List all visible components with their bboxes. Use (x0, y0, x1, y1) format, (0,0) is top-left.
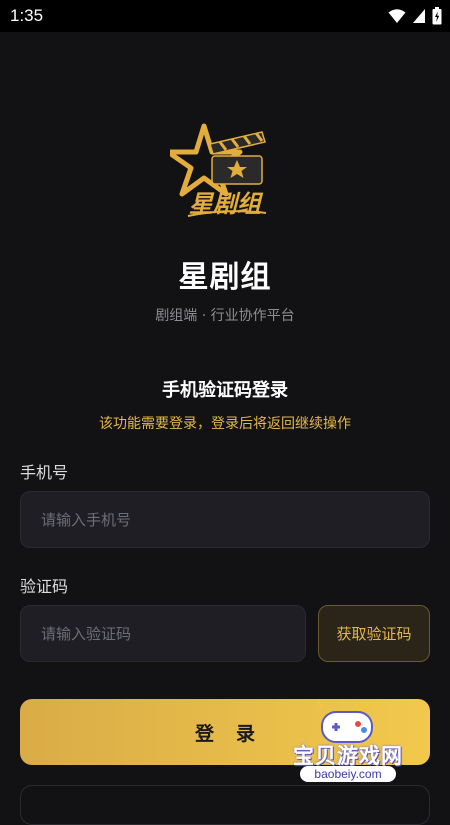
battery-icon (432, 7, 442, 25)
login-notice: 该功能需要登录，登录后将返回继续操作 (99, 416, 351, 432)
watermark: 宝贝游戏网 baobeiy.com (272, 700, 422, 790)
status-icons (388, 7, 442, 25)
phone-label: 手机号 (20, 463, 69, 482)
wifi-icon (388, 9, 406, 23)
app-name: 星剧组 (178, 260, 272, 295)
verification-code-input[interactable] (20, 605, 306, 662)
app-tagline: 剧组端 · 行业协作平台 (155, 308, 295, 324)
get-code-button[interactable]: 获取验证码 (318, 605, 430, 662)
bottom-panel-edge (20, 785, 430, 825)
verification-code-label: 验证码 (20, 577, 69, 596)
clapperboard-icon (209, 131, 266, 185)
cellular-signal-icon (413, 9, 425, 23)
app-logo: 星剧组 (170, 123, 267, 218)
status-bar: 1:35 (0, 0, 450, 32)
status-time: 1:35 (10, 6, 44, 25)
login-title: 手机验证码登录 (162, 380, 288, 401)
phone-input[interactable] (20, 491, 430, 548)
watermark-url: baobeiy.com (300, 766, 396, 782)
